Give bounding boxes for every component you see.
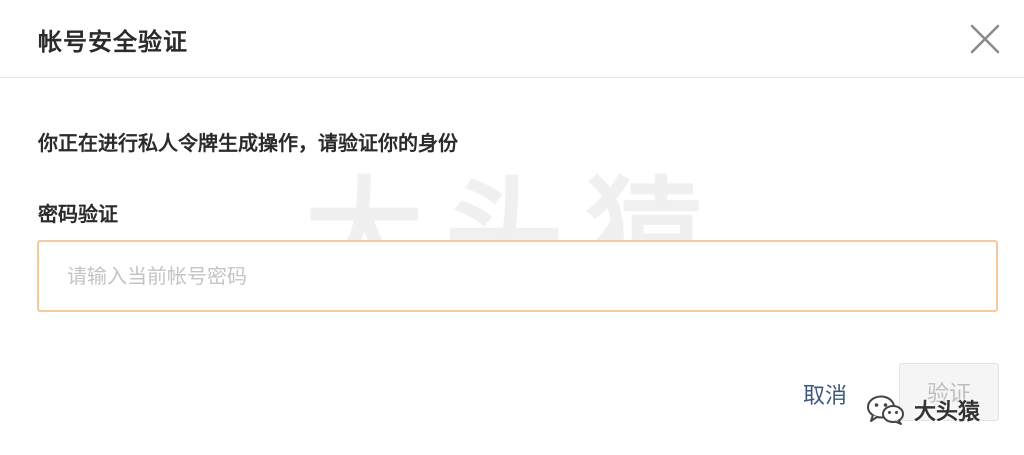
password-field-label: 密码验证 bbox=[38, 202, 118, 226]
brand-watermark: 大头猿 bbox=[866, 394, 980, 426]
close-icon bbox=[970, 24, 1000, 54]
close-button[interactable] bbox=[968, 22, 1002, 56]
dialog-header: 帐号安全验证 bbox=[0, 0, 1024, 78]
security-verification-dialog: 帐号安全验证 大头猿 你正在进行私人令牌生成操作，请验证你的身份 密码验证 取消… bbox=[0, 0, 1024, 455]
brand-text: 大头猿 bbox=[914, 400, 981, 425]
dialog-title: 帐号安全验证 bbox=[38, 28, 188, 56]
verification-prompt: 你正在进行私人令牌生成操作，请验证你的身份 bbox=[38, 131, 458, 155]
cancel-button[interactable]: 取消 bbox=[803, 378, 847, 410]
password-input[interactable] bbox=[37, 240, 998, 312]
wechat-icon bbox=[867, 395, 904, 425]
